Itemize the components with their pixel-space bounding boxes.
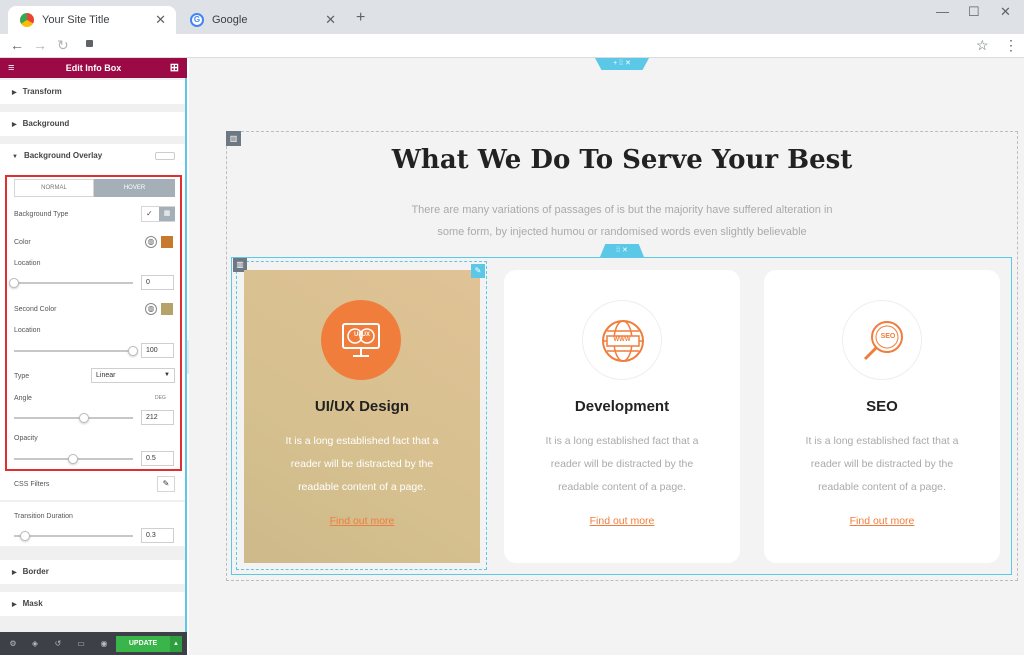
preview-eye-icon[interactable]: ◉ [99, 639, 109, 649]
minimize-icon[interactable]: — [936, 4, 949, 19]
panel-header: ≡ Edit Info Box ⊞ [0, 58, 187, 78]
new-tab-button[interactable]: + [356, 9, 365, 27]
info-box-card[interactable]: UI UX UI/UX Design It is a long establis… [244, 270, 480, 563]
caret-down-icon: ▼ [12, 154, 18, 160]
card-body-line: readable content of a page. [818, 481, 946, 493]
close-window-icon[interactable]: ✕ [1000, 4, 1011, 20]
back-icon[interactable]: ← [10, 37, 24, 53]
chrome-favicon-icon [20, 13, 34, 27]
google-favicon-icon: G [190, 13, 204, 27]
card-body-line: readable content of a page. [558, 481, 686, 493]
tab-your-site-title[interactable]: Your Site Title ✕ [8, 6, 176, 34]
tab-title: Your Site Title [42, 14, 110, 26]
bookmark-star-icon[interactable]: ☆ [976, 37, 989, 54]
edit-pencil-icon[interactable]: ✎ [157, 476, 175, 492]
section-label: Background [22, 119, 70, 128]
ui-ux-icon [321, 300, 401, 380]
edit-widget-icon[interactable]: ✎ [471, 264, 485, 278]
card-body-line: readable content of a page. [298, 481, 426, 493]
tab-google[interactable]: G Google ✕ [178, 6, 346, 34]
tab-title: Google [212, 14, 248, 26]
section-transform[interactable]: ▶ Transform [0, 80, 185, 104]
inner-section-handle[interactable]: ⁞⁞ ✕ [600, 244, 644, 257]
card-body: It is a long established fact that a rea… [504, 430, 740, 499]
update-button[interactable]: UPDATE [116, 636, 170, 652]
seo-icon-text: SEO [880, 333, 896, 340]
column-handle-icon[interactable]: ▥ [226, 131, 241, 146]
forward-icon[interactable]: → [33, 37, 47, 53]
css-filters-label: CSS Filters [14, 481, 50, 488]
caret-right-icon: ▶ [12, 602, 17, 608]
update-options-icon[interactable]: ▲ [170, 636, 182, 652]
card-body: It is a long established fact that a rea… [244, 430, 480, 499]
section-label: Transform [22, 87, 62, 96]
lock-icon [86, 40, 93, 47]
settings-gear-icon[interactable]: ⚙ [8, 639, 18, 649]
section-background[interactable]: ▶ Background [0, 112, 185, 136]
maximize-icon[interactable]: ☐ [968, 4, 980, 20]
transition-slider[interactable] [14, 535, 133, 537]
find-out-more-link[interactable]: Find out more [504, 515, 740, 527]
reload-icon[interactable]: ↻ [57, 37, 69, 54]
caret-right-icon: ▶ [12, 90, 17, 96]
find-out-more-link[interactable]: Find out more [764, 515, 1000, 527]
card-body-line: It is a long established fact that a [285, 435, 439, 447]
page-heading: What We Do To Serve Your Best [391, 145, 853, 175]
section-label: Mask [22, 599, 43, 608]
card-body: It is a long established fact that a rea… [764, 430, 1000, 499]
card-body-line: reader will be distracted by the [810, 458, 954, 470]
card-title: UI/UX Design [314, 398, 410, 415]
close-tab-icon[interactable]: ✕ [155, 12, 166, 28]
info-box-card[interactable]: SEO SEO It is a long established fact th… [764, 270, 1000, 563]
responsive-icon[interactable]: ▭ [76, 639, 86, 649]
transition-duration-label: Transition Duration [14, 513, 73, 520]
transition-slider-handle[interactable] [20, 531, 30, 541]
www-icon-text: WWW [613, 337, 631, 343]
address-bar [0, 34, 1024, 58]
ui-ux-icon-text: UI UX [353, 332, 370, 338]
menu-dots-icon[interactable]: ⋮ [1004, 37, 1018, 54]
card-title: SEO [866, 398, 898, 415]
hamburger-icon[interactable]: ≡ [8, 58, 14, 78]
card-body-line: It is a long established fact that a [805, 435, 959, 447]
caret-right-icon: ▶ [12, 570, 17, 576]
subheading-line1: There are many variations of passages of… [411, 204, 833, 216]
seo-magnifier-icon [842, 300, 922, 380]
panel-title: Edit Info Box [65, 63, 122, 73]
grid-icon[interactable]: ⊞ [170, 58, 179, 78]
card-title: Development [574, 398, 670, 415]
info-box-card[interactable]: WWW Development It is a long established… [504, 270, 740, 563]
caret-right-icon: ▶ [12, 122, 17, 128]
card-body-line: reader will be distracted by the [290, 458, 434, 470]
layers-icon[interactable]: ◈ [30, 639, 40, 649]
section-handle[interactable]: + ⁞⁞ ✕ [595, 58, 649, 70]
find-out-more-link[interactable]: Find out more [244, 515, 480, 527]
highlight-box [5, 175, 182, 471]
editor-panel: ≡ Edit Info Box ⊞ ▶ Transform ▶ Background… [0, 58, 187, 655]
section-mask[interactable]: ▶ Mask [0, 592, 185, 616]
transition-input[interactable]: 0.3 [141, 528, 174, 543]
section-label: Background Overlay [23, 151, 103, 160]
section-background-overlay[interactable]: ▼ Background Overlay [0, 144, 185, 168]
responsive-badge [155, 152, 175, 160]
history-icon[interactable]: ↺ [53, 639, 63, 649]
card-body-line: reader will be distracted by the [550, 458, 694, 470]
close-tab-icon[interactable]: ✕ [325, 12, 336, 28]
section-border[interactable]: ▶ Border [0, 560, 185, 584]
card-body-line: It is a long established fact that a [545, 435, 699, 447]
subheading-line2: some form, by injected humou or randomis… [437, 226, 807, 238]
section-label: Border [22, 567, 49, 576]
